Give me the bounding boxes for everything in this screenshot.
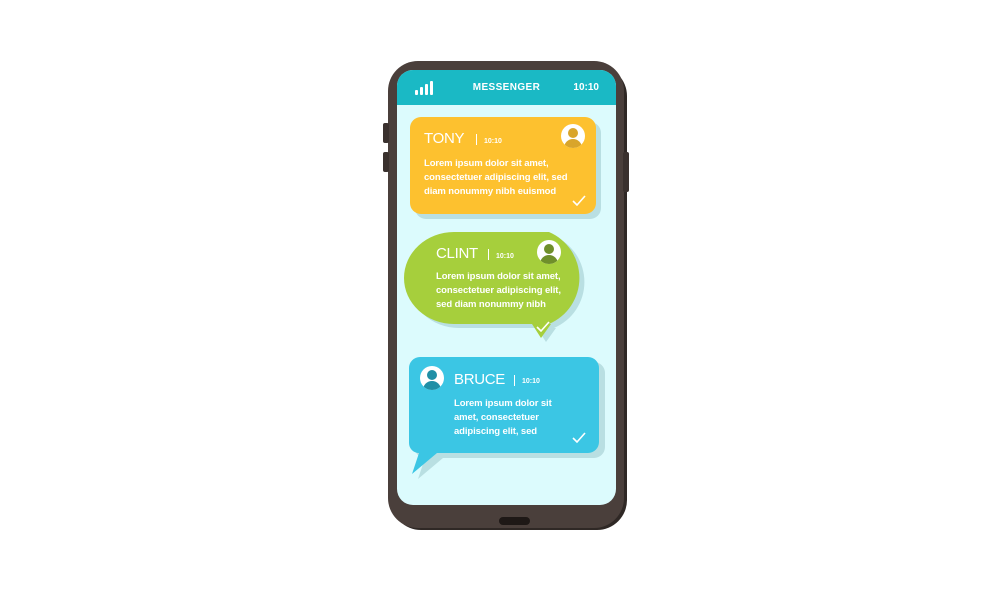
volume-down-button [383,152,389,172]
checkmark-icon [572,432,586,443]
header-divider [488,249,489,260]
message-line: Lorem ipsum dolor sit amet, [424,158,549,169]
message-line: amet, consectetuer [454,412,539,423]
sender-name: CLINT [436,245,478,262]
header-divider [476,134,477,145]
volume-up-button [383,123,389,143]
message-line: diam nonummy nibh euismod [424,186,557,197]
status-bar: MESSENGER 10:10 [397,70,616,105]
user-avatar-icon[interactable] [561,124,585,148]
header-divider [514,375,515,386]
user-avatar-icon[interactable] [420,366,444,390]
message-line: Lorem ipsum dolor sit amet, [436,271,561,282]
checkmark-icon [536,321,550,332]
message-line: consectetuer adipiscing elit, [436,285,561,296]
status-time: 10:10 [573,82,599,93]
message-line: consectetuer adipiscing elit, sed [424,172,568,183]
message-time: 10:10 [522,378,540,385]
message-line: sed diam nonummy nibh [436,299,546,310]
sender-name: BRUCE [454,371,506,388]
message-line: adipiscing elit, sed [454,426,537,437]
message-time: 10:10 [496,253,514,260]
home-button[interactable] [499,517,530,525]
user-avatar-icon[interactable] [537,240,561,264]
message-time: 10:10 [484,138,502,145]
message-line: Lorem ipsum dolor sit [454,398,552,409]
sender-name: TONY [424,130,465,147]
checkmark-icon [572,195,586,206]
power-button [623,152,629,192]
